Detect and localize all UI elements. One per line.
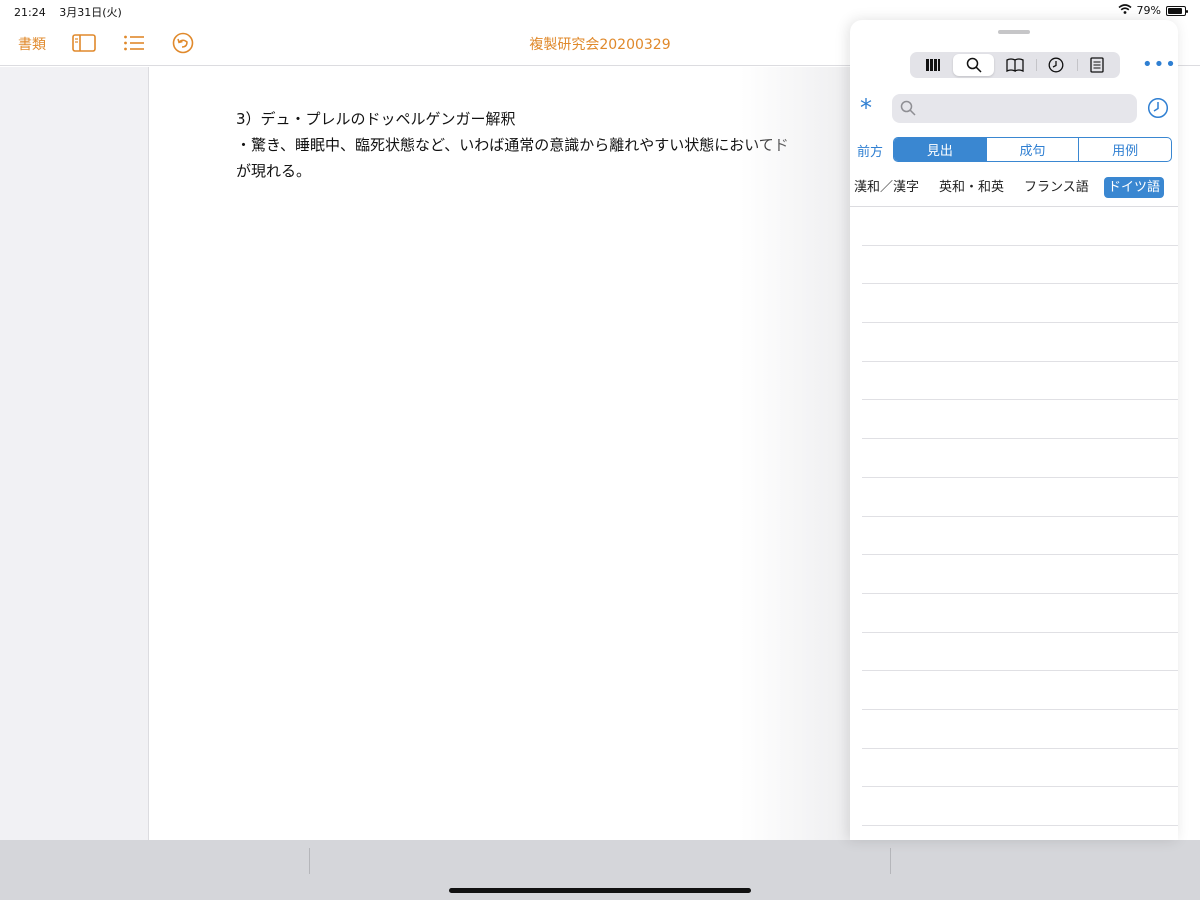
result-row[interactable] bbox=[862, 787, 1178, 826]
search-mode-example[interactable]: 用例 bbox=[1078, 138, 1171, 161]
result-row[interactable] bbox=[862, 207, 1178, 246]
notes-icon[interactable] bbox=[1076, 54, 1118, 76]
status-left: 21:24 3月31日(火) bbox=[14, 4, 132, 20]
document-left-gutter bbox=[0, 67, 149, 840]
result-list bbox=[862, 207, 1178, 840]
result-row[interactable] bbox=[862, 749, 1178, 788]
divider bbox=[309, 848, 310, 874]
status-time: 21:24 bbox=[14, 6, 46, 19]
search-icon[interactable] bbox=[953, 54, 995, 76]
search-mode-selector: 見出 成句 用例 bbox=[893, 137, 1172, 162]
search-mode-idiom[interactable]: 成句 bbox=[985, 138, 1079, 161]
result-row[interactable] bbox=[862, 400, 1178, 440]
status-date: 3月31日(火) bbox=[59, 6, 122, 19]
dictionary-selector: 漢和／漢字 英和・和英 フランス語 ドイツ語 bbox=[850, 177, 1178, 207]
result-row[interactable] bbox=[862, 439, 1178, 478]
history-icon[interactable] bbox=[1035, 54, 1077, 76]
bookshelf-icon[interactable] bbox=[912, 54, 953, 76]
result-row[interactable] bbox=[862, 246, 1178, 285]
result-row[interactable] bbox=[862, 633, 1178, 672]
result-row[interactable] bbox=[862, 478, 1178, 517]
result-row[interactable] bbox=[862, 284, 1178, 324]
result-row[interactable] bbox=[862, 826, 1178, 840]
divider bbox=[890, 848, 891, 874]
match-mode-toggle[interactable]: 前方 bbox=[857, 141, 883, 160]
search-input[interactable] bbox=[920, 98, 1130, 119]
dictionary-panel: ••• * 前方 見出 成句 用例 漢和／漢字 英和・和英 フランス語 ドイツ語 bbox=[850, 20, 1178, 840]
battery-icon bbox=[1166, 5, 1188, 16]
dictionary-german[interactable]: ドイツ語 bbox=[1104, 177, 1165, 198]
search-mode-headword[interactable]: 見出 bbox=[894, 138, 986, 161]
result-row[interactable] bbox=[862, 517, 1178, 556]
search-icon bbox=[900, 100, 916, 120]
search-history-icon[interactable] bbox=[1147, 97, 1169, 123]
dictionary-english[interactable]: 英和・和英 bbox=[935, 177, 1008, 198]
result-row[interactable] bbox=[862, 555, 1178, 594]
result-row[interactable] bbox=[862, 323, 1178, 362]
wildcard-button[interactable]: * bbox=[860, 94, 872, 122]
wifi-icon bbox=[1118, 4, 1132, 17]
panel-shadow bbox=[740, 67, 850, 840]
more-button[interactable]: ••• bbox=[1142, 54, 1177, 75]
dictionary-french[interactable]: フランス語 bbox=[1020, 177, 1093, 198]
result-row[interactable] bbox=[862, 362, 1178, 401]
dictionary-kanji[interactable]: 漢和／漢字 bbox=[850, 177, 923, 198]
panel-grabber[interactable] bbox=[998, 30, 1030, 34]
search-field[interactable] bbox=[892, 94, 1137, 123]
battery-percent: 79% bbox=[1136, 4, 1161, 17]
status-right: 79% bbox=[1118, 4, 1188, 17]
tool-tabs bbox=[910, 52, 1120, 78]
status-bar: 21:24 3月31日(火) 79% bbox=[0, 0, 1200, 22]
book-icon[interactable] bbox=[994, 54, 1035, 76]
result-row[interactable] bbox=[862, 710, 1178, 749]
result-row[interactable] bbox=[862, 671, 1178, 710]
home-indicator[interactable] bbox=[449, 888, 751, 893]
result-row[interactable] bbox=[862, 594, 1178, 633]
